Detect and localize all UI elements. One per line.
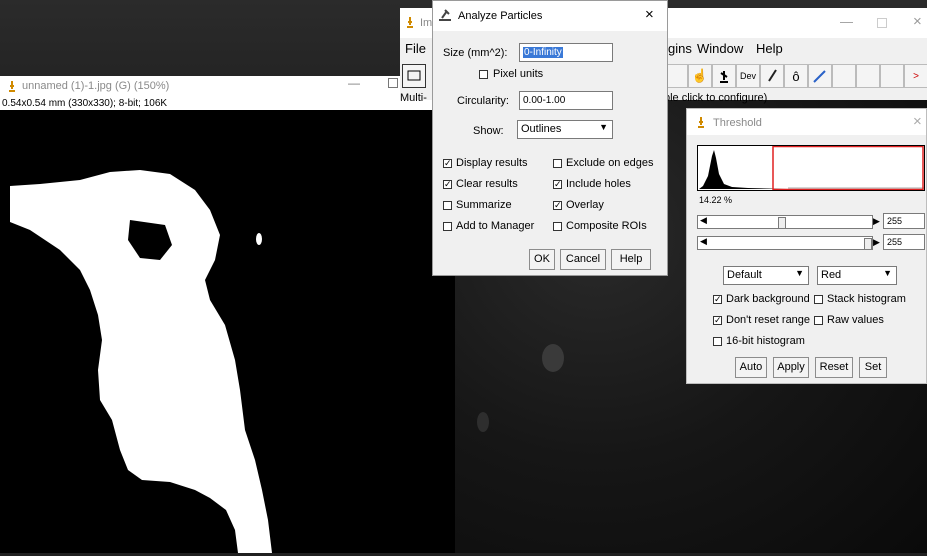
- dont-reset-range-label: Don't reset range: [726, 314, 811, 326]
- tool-slot-icon[interactable]: [856, 64, 880, 88]
- stack-histogram-label: Stack histogram: [827, 293, 906, 305]
- image-window[interactable]: unnamed (1)-1.jpg (G) (150%) — 0.54x0.54…: [0, 76, 455, 553]
- size-field[interactable]: 0-Infinity: [519, 43, 613, 62]
- slider-right-arrow-icon[interactable]: ▶: [873, 237, 880, 248]
- exclude-edges-checkbox[interactable]: [553, 159, 562, 168]
- display-mode-dropdown[interactable]: Red ▼: [817, 266, 897, 285]
- clear-results-checkbox[interactable]: ✓: [443, 180, 452, 189]
- analyze-particles-dialog[interactable]: Analyze Particles × Size (mm^2): 0-Infin…: [432, 0, 668, 276]
- upper-threshold-slider[interactable]: ◀: [697, 236, 873, 250]
- apply-button[interactable]: Apply: [773, 357, 809, 378]
- clear-results-label: Clear results: [456, 178, 518, 190]
- slider-right-arrow-icon[interactable]: ▶: [873, 216, 880, 227]
- raw-values-label: Raw values: [827, 314, 884, 326]
- show-label: Show:: [473, 125, 504, 137]
- display-results-label: Display results: [456, 157, 528, 169]
- rectangle-tool-icon[interactable]: [402, 64, 426, 88]
- help-button[interactable]: Help: [611, 249, 651, 270]
- dont-reset-range-checkbox[interactable]: ✓: [713, 316, 722, 325]
- image-window-title: unnamed (1)-1.jpg (G) (150%): [22, 80, 170, 92]
- cancel-button[interactable]: Cancel: [560, 249, 606, 270]
- circularity-field[interactable]: 0.00-1.00: [519, 91, 613, 110]
- maximize-icon[interactable]: [388, 78, 398, 88]
- pixel-units-checkbox[interactable]: [479, 70, 488, 79]
- lower-threshold-slider[interactable]: ◀: [697, 215, 873, 229]
- more-tools-arrow-icon[interactable]: >: [904, 64, 927, 88]
- stack-histogram-checkbox[interactable]: [814, 295, 823, 304]
- maximize-icon[interactable]: [877, 18, 887, 28]
- image-info-text: 0.54x0.54 mm (330x330); 8-bit; 106K: [2, 98, 168, 109]
- display-results-checkbox[interactable]: ✓: [443, 159, 452, 168]
- threshold-percent: 14.22 %: [699, 195, 733, 205]
- imagej-title: Im: [420, 17, 433, 29]
- include-holes-checkbox[interactable]: ✓: [553, 180, 562, 189]
- threshold-titlebar[interactable]: Threshold ×: [687, 109, 926, 135]
- menu-window[interactable]: Window: [697, 41, 743, 56]
- reset-button[interactable]: Reset: [815, 357, 853, 378]
- imagej-app-icon: [698, 117, 704, 128]
- menu-help[interactable]: Help: [756, 41, 783, 56]
- threshold-title: Threshold: [713, 117, 762, 129]
- 16bit-histogram-label: 16-bit histogram: [726, 335, 805, 347]
- close-icon[interactable]: ×: [913, 13, 922, 30]
- chevron-down-icon: ▼: [599, 122, 608, 132]
- image-window-titlebar[interactable]: unnamed (1)-1.jpg (G) (150%) —: [0, 76, 455, 98]
- show-dropdown[interactable]: Outlines ▼: [517, 120, 613, 139]
- tool-slot-icon[interactable]: [880, 64, 904, 88]
- dark-background-label: Dark background: [726, 293, 810, 305]
- menu-file[interactable]: File: [405, 41, 426, 56]
- summarize-checkbox[interactable]: [443, 201, 452, 210]
- dialog-title: Analyze Particles: [458, 10, 543, 22]
- imagej-app-icon: [407, 17, 413, 28]
- overlay-label: Overlay: [566, 199, 604, 211]
- size-label: Size (mm^2):: [443, 47, 508, 59]
- minimize-icon[interactable]: —: [348, 76, 360, 90]
- circularity-label: Circularity:: [457, 95, 509, 107]
- lower-threshold-value[interactable]: 255: [883, 213, 925, 229]
- add-to-manager-checkbox[interactable]: [443, 222, 452, 231]
- upper-threshold-value[interactable]: 255: [883, 234, 925, 250]
- set-button[interactable]: Set: [859, 357, 887, 378]
- binary-mask-shape: [10, 170, 272, 553]
- histogram: [697, 145, 925, 191]
- tool-slot-icon[interactable]: [832, 64, 856, 88]
- dev-icon[interactable]: Dev: [736, 64, 760, 88]
- method-dropdown[interactable]: Default ▼: [723, 266, 809, 285]
- raw-values-checkbox[interactable]: [814, 316, 823, 325]
- overlay-checkbox[interactable]: ✓: [553, 201, 562, 210]
- dialog-titlebar[interactable]: Analyze Particles ×: [433, 1, 667, 31]
- 16bit-histogram-checkbox[interactable]: [713, 337, 722, 346]
- threshold-window[interactable]: Threshold × 14.22 % ◀ ▶ 255 ◀ ▶ 255 Defa…: [686, 108, 927, 384]
- hand-icon[interactable]: ☝: [688, 64, 712, 88]
- close-icon[interactable]: ×: [645, 6, 654, 23]
- add-to-manager-label: Add to Manager: [456, 220, 535, 232]
- include-holes-label: Include holes: [566, 178, 631, 190]
- imagej-app-icon: [9, 81, 15, 92]
- auto-button[interactable]: Auto: [735, 357, 767, 378]
- composite-rois-checkbox[interactable]: [553, 222, 562, 231]
- close-icon[interactable]: ×: [913, 113, 922, 130]
- chevron-down-icon: ▼: [795, 268, 804, 278]
- multi-point-label: Multi-: [400, 92, 427, 104]
- summarize-label: Summarize: [456, 199, 512, 211]
- binary-image-canvas[interactable]: [0, 110, 455, 553]
- composite-rois-label: Composite ROIs: [566, 220, 647, 232]
- dark-background-checkbox[interactable]: ✓: [713, 295, 722, 304]
- menu-plugins[interactable]: gins: [668, 41, 692, 56]
- ok-button[interactable]: OK: [529, 249, 555, 270]
- pencil-icon[interactable]: [808, 64, 832, 88]
- magnifier-icon[interactable]: [712, 64, 736, 88]
- dropper-icon[interactable]: ô: [784, 64, 808, 88]
- microscope-icon: [439, 9, 451, 21]
- minimize-icon[interactable]: —: [840, 14, 853, 29]
- brush-icon[interactable]: [760, 64, 784, 88]
- pixel-units-label: Pixel units: [493, 68, 544, 80]
- chevron-down-icon: ▼: [883, 268, 892, 278]
- status-text: ble click to configure): [664, 92, 768, 104]
- exclude-edges-label: Exclude on edges: [566, 157, 654, 169]
